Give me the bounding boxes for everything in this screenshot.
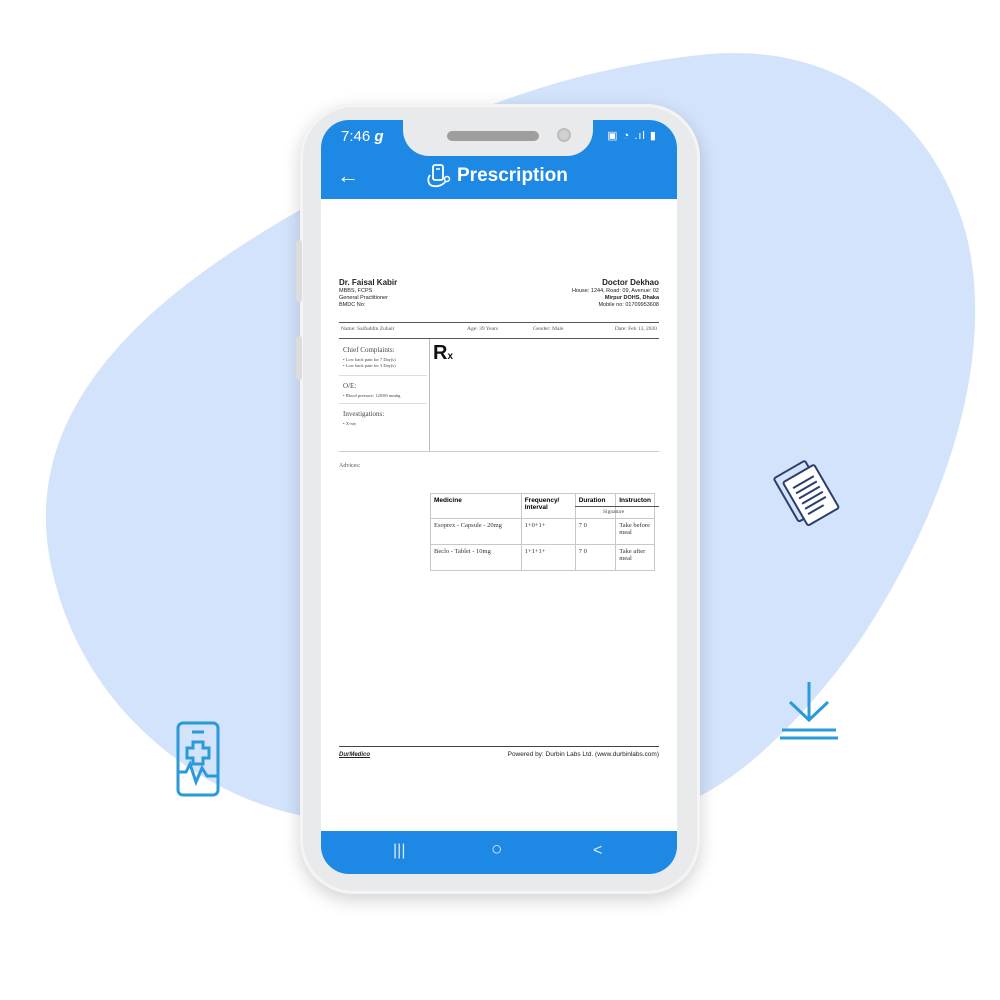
doctor-role: General Practitioner (339, 295, 388, 301)
patient-gender: Gender: Male (533, 326, 564, 332)
medicine-duration: 7 0 (574, 518, 617, 545)
brand-logo: DurMedico (339, 752, 371, 758)
page-title: Prescription (457, 165, 568, 186)
prescription-date: Date: Feb 13, 2020 (614, 326, 657, 332)
column-header: Medicine (430, 493, 522, 519)
divider (339, 322, 659, 323)
footer-divider (339, 746, 659, 747)
status-time: 7:46 g (341, 128, 384, 145)
speaker-grille (447, 131, 539, 141)
medicine-frequency: 1+0+1+ (520, 518, 576, 545)
clinic-name: Doctor Dekhao (602, 278, 659, 287)
divider (339, 338, 659, 339)
investigations-title: Investigations: (343, 410, 385, 418)
signature-label: Signature (603, 509, 625, 515)
signature-line (575, 506, 659, 507)
powered-by-text: Powered by: Durbin Labs Ltd. (www.durbin… (507, 751, 659, 758)
medicine-instruction: Take after meal (615, 544, 655, 571)
table-row: Beclo - Tablet - 10mg 1+1+1+ 7 0 Take af… (430, 544, 655, 571)
phone-screen: 7:46 g ▣ ◔ .ıl ▮ ← Prescription Dr. Fais… (321, 120, 677, 874)
front-camera (557, 128, 571, 142)
list-item: • Low back pain for 3 Day(s) (343, 363, 396, 368)
arrow-left-icon[interactable]: ← (337, 165, 359, 187)
doctor-bmdc: BMDC No: (339, 302, 366, 308)
divider (339, 403, 427, 404)
clinic-address-line2: Mirpur DOHS, Dhaka (604, 295, 659, 301)
status-icons: ▣ ◔ .ıl ▮ (607, 130, 657, 142)
medicine-table: Medicine Frequency/ Interval Duration In… (430, 493, 655, 571)
list-item: • Blood pressure: 120/80 mmhg (343, 393, 401, 398)
prescription-icon (427, 164, 451, 188)
app-bar: ← Prescription (321, 157, 677, 199)
volume-button (296, 240, 302, 302)
medicine-duration: 7 0 (574, 544, 617, 571)
documents-icon (773, 460, 840, 527)
divider (339, 375, 427, 376)
patient-age: Age: 39 Years (467, 326, 499, 332)
medicine-name: Beclo - Tablet - 10mg (430, 544, 522, 571)
column-header: Frequency/ Interval (520, 493, 576, 519)
home-icon[interactable]: ○ (491, 839, 502, 861)
medicine-name: Esoprex - Capsule - 20mg (430, 518, 522, 545)
divider (339, 451, 659, 452)
chief-complaints-title: Chief Complaints: (343, 346, 395, 354)
doctor-degrees: MBBS, FCPS (339, 288, 373, 294)
recents-icon[interactable]: ||| (393, 842, 405, 860)
column-divider (429, 339, 430, 451)
medicine-frequency: 1+1+1+ (520, 544, 576, 571)
table-row: Esoprex - Capsule - 20mg 1+0+1+ 7 0 Take… (430, 518, 655, 545)
list-item: • Low back pain for 7 Day(s) (343, 357, 396, 362)
clinic-mobile: Mobile no: 01709953608 (598, 302, 659, 308)
doctor-name: Dr. Faisal Kabir (339, 278, 398, 287)
oe-title: O/E: (343, 382, 357, 390)
nav-back-icon[interactable]: < (593, 842, 602, 860)
prescription-document: Dr. Faisal Kabir MBBS, FCPS General Prac… (321, 199, 677, 831)
system-nav-bar: ||| ○ < (321, 831, 677, 874)
download-icon (780, 682, 838, 740)
advices-label: Advices: (339, 463, 361, 469)
patient-name: Name: Saifuddin Zubair (341, 326, 395, 332)
side-button (296, 336, 302, 380)
medical-phone-icon (176, 721, 220, 797)
medicine-instruction: Take before meal (615, 518, 655, 545)
rx-symbol: Rx (433, 342, 454, 364)
list-item: • X-ray (343, 421, 357, 426)
camera-notch (403, 120, 593, 156)
clinic-address-line1: House: 1244, Road: 09, Avenue: 02 (571, 288, 659, 294)
